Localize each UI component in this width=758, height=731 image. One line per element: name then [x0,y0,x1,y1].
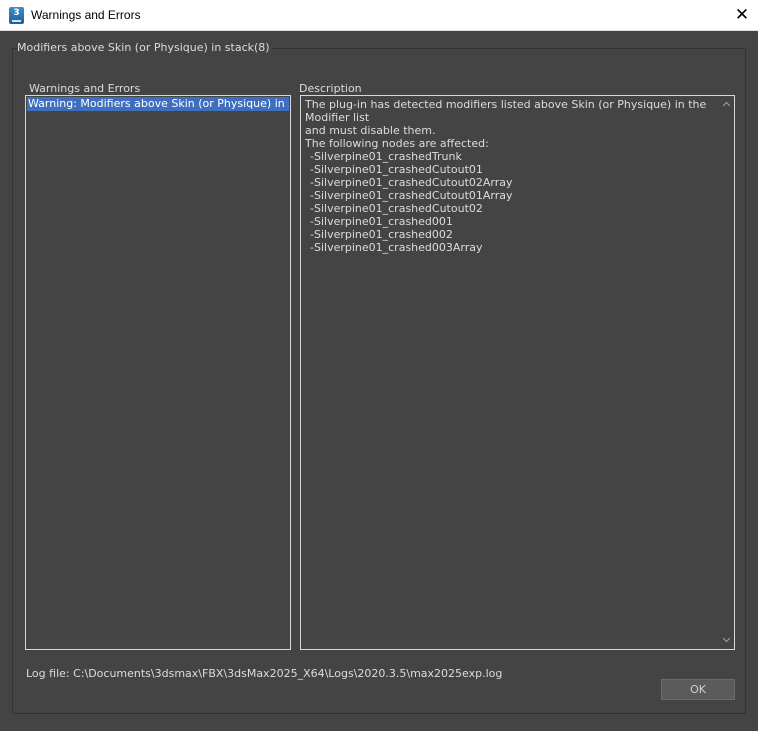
list-item-selected[interactable]: Warning: Modifiers above Skin (or Physiq… [27,97,289,111]
affected-node: -Silverpine01_crashedTrunk [310,150,462,163]
window-title: Warnings and Errors [31,8,141,22]
description-line: and must disable them. [305,124,436,137]
description-box[interactable]: The plug-in has detected modifiers liste… [300,95,735,650]
log-file-path: Log file: C:\Documents\3dsmax\FBX\3dsMax… [26,667,503,680]
affected-node: -Silverpine01_crashedCutout02 [310,202,483,215]
chevron-up-icon[interactable] [721,100,731,110]
description-header: Description [299,82,362,95]
description-line: The plug-in has detected modifiers liste… [305,98,707,124]
close-button[interactable]: ✕ [726,0,758,30]
app-icon: 3 [9,7,24,24]
affected-node: -Silverpine01_crashed003Array [310,241,483,254]
description-scrollbar[interactable] [718,96,734,649]
affected-node: -Silverpine01_crashedCutout01Array [310,189,513,202]
warnings-list[interactable]: Warning: Modifiers above Skin (or Physiq… [25,95,291,650]
group-title: Modifiers above Skin (or Physique) in st… [17,41,272,54]
title-bar: 3 Warnings and Errors ✕ [0,0,758,31]
description-text: The plug-in has detected modifiers liste… [305,98,713,254]
chevron-down-icon[interactable] [721,636,731,646]
affected-node: -Silverpine01_crashedCutout02Array [310,176,513,189]
affected-node: -Silverpine01_crashed001 [310,215,453,228]
ok-button[interactable]: OK [661,679,735,700]
description-line: The following nodes are affected: [305,137,489,150]
affected-node: -Silverpine01_crashedCutout01 [310,163,483,176]
affected-node: -Silverpine01_crashed002 [310,228,453,241]
warnings-list-header: Warnings and Errors [29,82,141,95]
